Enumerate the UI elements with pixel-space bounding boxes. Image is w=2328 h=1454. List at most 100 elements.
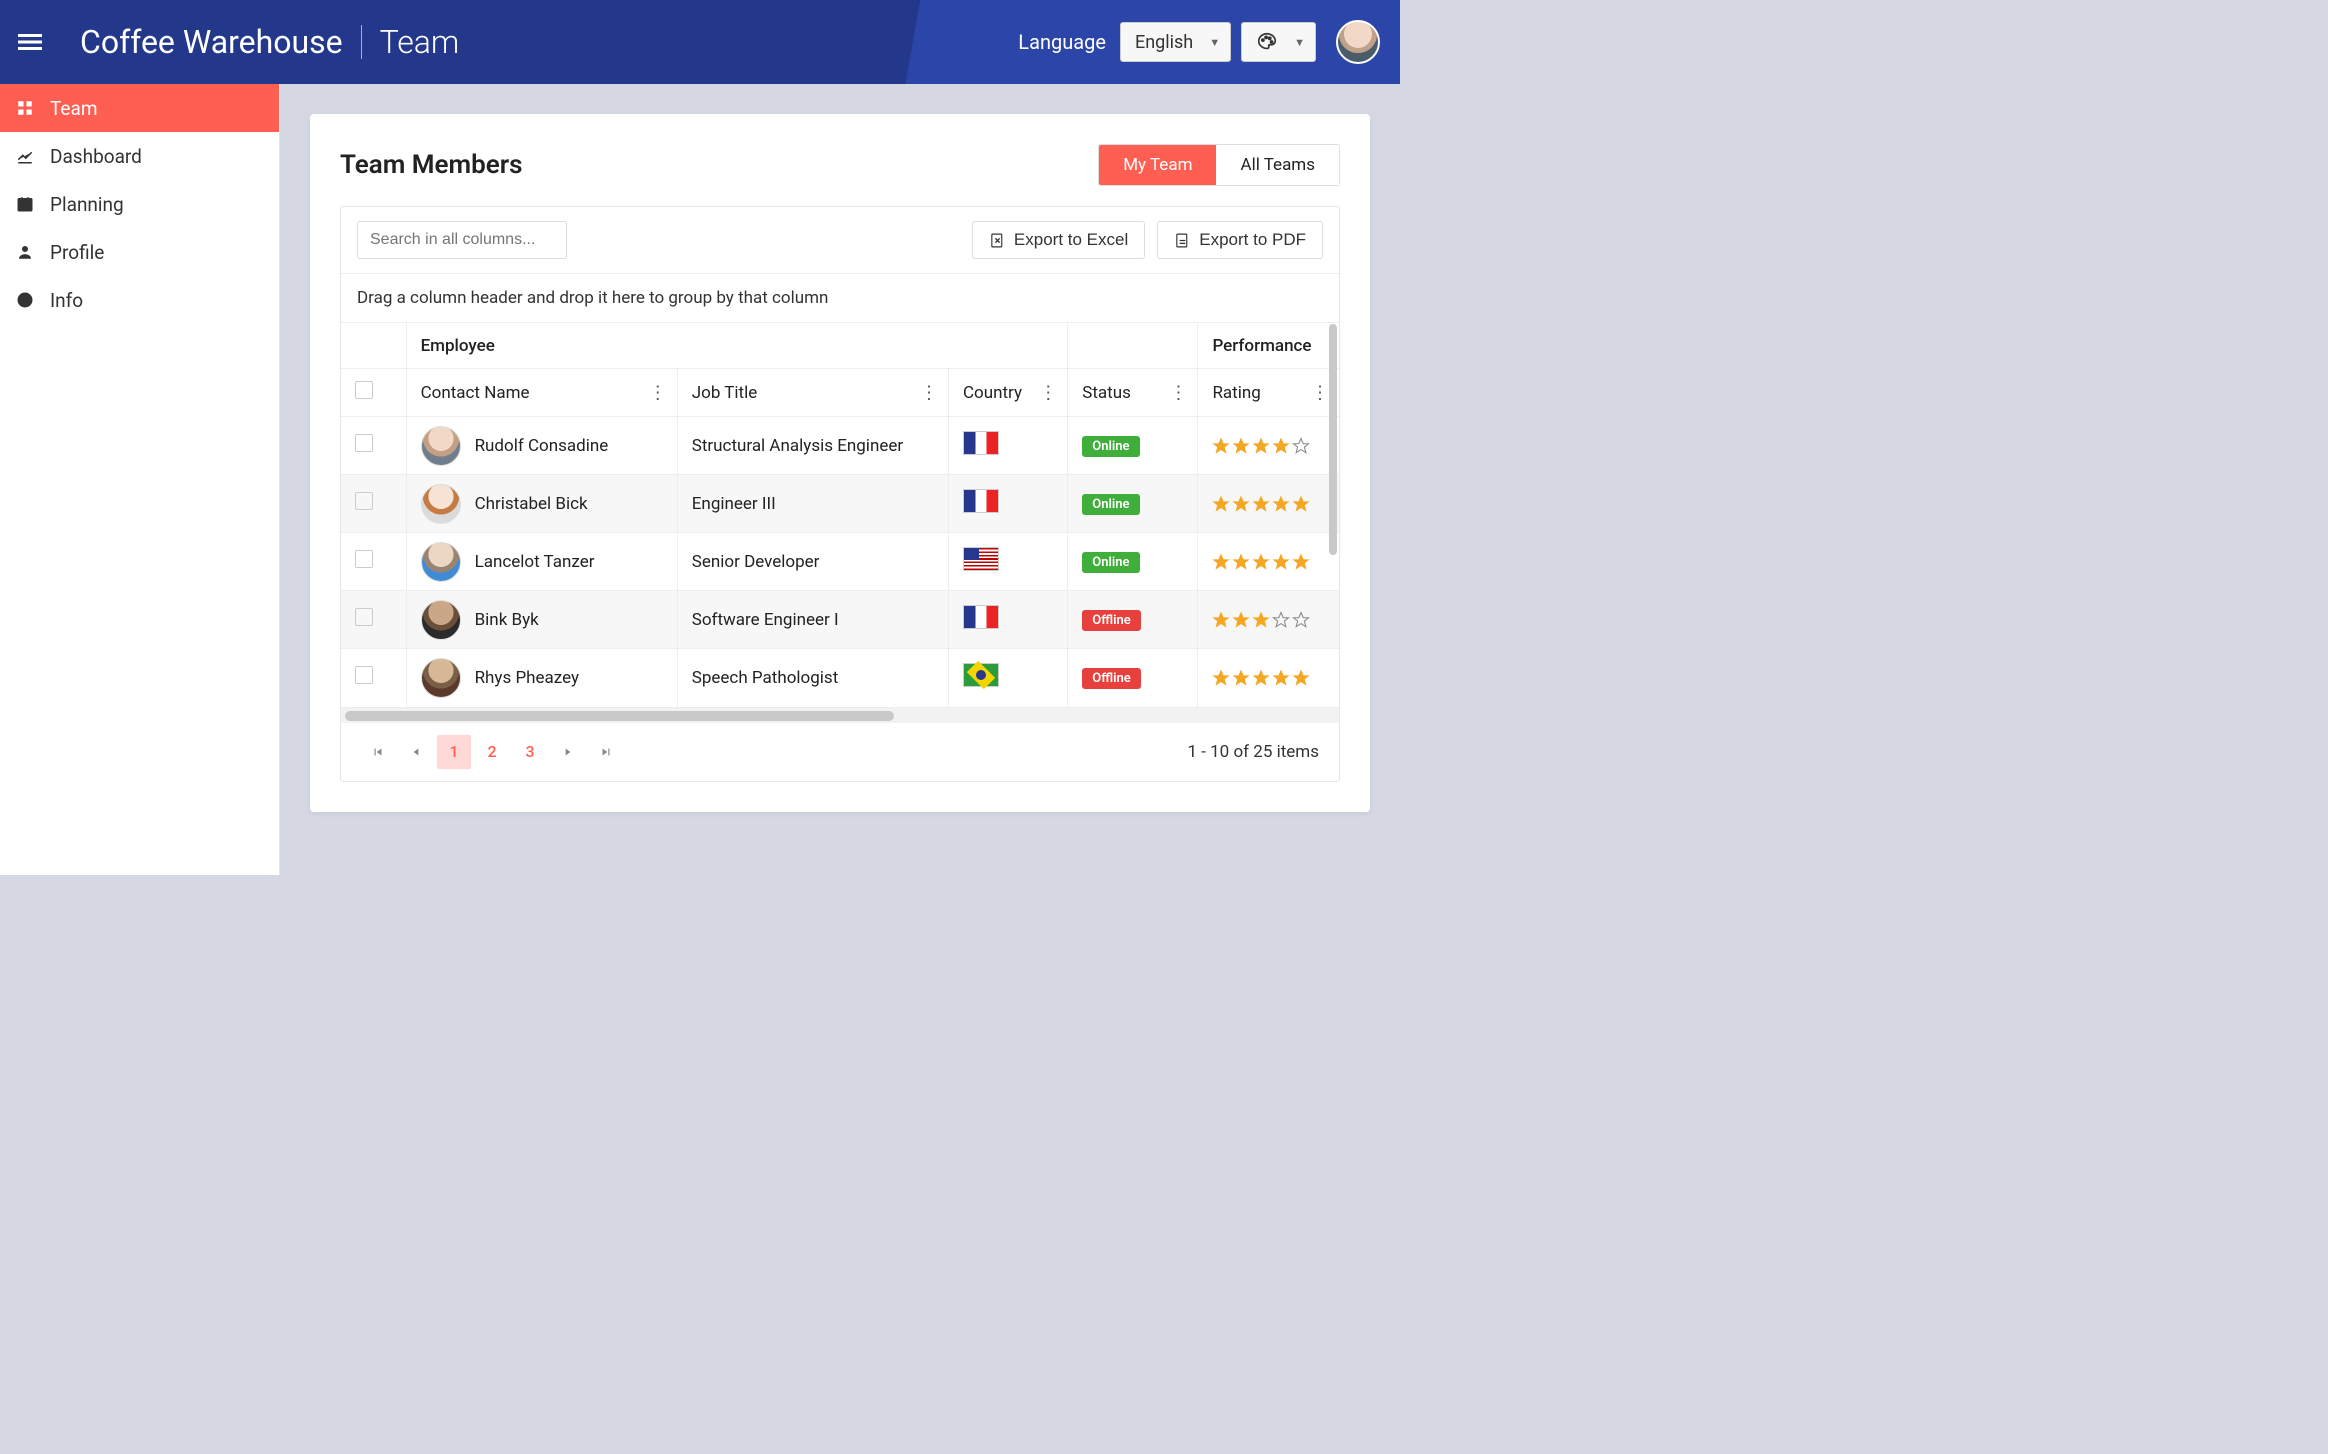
team-card: Team Members My TeamAll Teams Export to … [310, 114, 1370, 812]
column-menu-icon[interactable]: ⋮ [1039, 382, 1057, 403]
employee-name: Rhys Pheazey [475, 668, 579, 688]
flag-icon [963, 489, 999, 513]
info-icon [14, 291, 36, 309]
export-pdf-button[interactable]: Export to PDF [1157, 221, 1323, 259]
star-icon [1272, 495, 1290, 513]
app-header: Coffee Warehouse Team Language English ▼… [0, 0, 1400, 84]
horizontal-scrollbar[interactable] [341, 707, 1339, 723]
star-icon [1292, 437, 1310, 455]
user-avatar[interactable] [1336, 20, 1380, 64]
employee-avatar [421, 658, 461, 698]
star-icon [1232, 553, 1250, 571]
job-title-cell: Software Engineer I [677, 591, 948, 649]
rating-stars [1212, 669, 1325, 687]
language-label: Language [1018, 30, 1106, 54]
employee-name: Lancelot Tanzer [475, 552, 595, 572]
theme-select[interactable]: ▼ [1241, 22, 1316, 62]
export-excel-button[interactable]: Export to Excel [972, 221, 1145, 259]
status-badge: Online [1082, 552, 1139, 573]
star-icon [1212, 495, 1230, 513]
table-row[interactable]: Rudolf Consadine Structural Analysis Engi… [341, 417, 1339, 475]
language-select[interactable]: English ▼ [1120, 22, 1231, 62]
row-checkbox[interactable] [355, 550, 373, 568]
star-icon [1252, 495, 1270, 513]
star-icon [1292, 611, 1310, 629]
vertical-scrollbar[interactable] [1327, 322, 1337, 707]
row-checkbox[interactable] [355, 492, 373, 510]
flag-icon [963, 663, 999, 687]
pager-last-button[interactable] [589, 735, 623, 769]
page-title: Team Members [340, 150, 522, 180]
row-checkbox[interactable] [355, 434, 373, 452]
employee-avatar [421, 600, 461, 640]
pager-page-3[interactable]: 3 [513, 735, 547, 769]
column-menu-icon[interactable]: ⋮ [1169, 382, 1187, 403]
pager-page-1[interactable]: 1 [437, 735, 471, 769]
star-icon [1212, 669, 1230, 687]
pager-next-button[interactable] [551, 735, 585, 769]
job-title-cell: Engineer III [677, 475, 948, 533]
sidebar-item-dashboard[interactable]: Dashboard [0, 132, 279, 180]
employee-avatar [421, 542, 461, 582]
star-icon [1252, 437, 1270, 455]
star-icon [1232, 495, 1250, 513]
menu-toggle-button[interactable] [10, 22, 50, 62]
sidebar-item-profile[interactable]: Profile [0, 228, 279, 276]
palette-icon [1256, 31, 1278, 53]
app-title: Coffee Warehouse [80, 23, 343, 61]
chevron-down-icon: ▼ [1209, 36, 1220, 49]
pager-page-2[interactable]: 2 [475, 735, 509, 769]
breadcrumb: Team [380, 23, 460, 61]
col-contact[interactable]: Contact Name ⋮ [406, 369, 677, 417]
star-icon [1232, 437, 1250, 455]
status-badge: Online [1082, 494, 1139, 515]
table-row[interactable]: Lancelot Tanzer Senior Developer Online [341, 533, 1339, 591]
star-icon [1212, 611, 1230, 629]
team-tabs: My TeamAll Teams [1098, 144, 1340, 186]
hamburger-icon [18, 30, 42, 54]
table-row[interactable]: Christabel BickEngineer IIIOnline [341, 475, 1339, 533]
star-icon [1292, 669, 1310, 687]
group-by-hint[interactable]: Drag a column header and drop it here to… [341, 273, 1339, 322]
star-icon [1272, 669, 1290, 687]
row-checkbox[interactable] [355, 666, 373, 684]
sidebar-item-label: Dashboard [50, 145, 142, 168]
chart-icon [14, 147, 36, 165]
col-job[interactable]: Job Title ⋮ [677, 369, 948, 417]
col-rating[interactable]: Rating ⋮ [1198, 369, 1339, 417]
job-title-cell: Senior Developer [677, 533, 948, 591]
star-icon [1292, 495, 1310, 513]
sidebar-item-info[interactable]: Info [0, 276, 279, 324]
star-icon [1272, 553, 1290, 571]
sidebar-item-planning[interactable]: Planning [0, 180, 279, 228]
employee-name: Rudolf Consadine [475, 436, 609, 456]
main-content: Team Members My TeamAll Teams Export to … [280, 84, 1400, 875]
col-status[interactable]: Status ⋮ [1068, 369, 1198, 417]
column-menu-icon[interactable]: ⋮ [920, 382, 938, 403]
sidebar-item-team[interactable]: Team [0, 84, 279, 132]
table-row[interactable]: Rhys PheazeySpeech PathologistOffline [341, 649, 1339, 707]
employee-name: Bink Byk [475, 610, 539, 630]
rating-stars [1212, 553, 1325, 571]
pdf-icon [1174, 232, 1191, 249]
star-icon [1292, 553, 1310, 571]
row-checkbox[interactable] [355, 608, 373, 626]
title-divider [361, 25, 362, 59]
column-menu-icon[interactable]: ⋮ [649, 382, 667, 403]
status-badge: Offline [1082, 610, 1140, 631]
search-input[interactable] [357, 221, 567, 259]
tab-all-teams[interactable]: All Teams [1216, 145, 1339, 185]
star-icon [1252, 553, 1270, 571]
employee-avatar [421, 426, 461, 466]
export-pdf-label: Export to PDF [1199, 230, 1306, 250]
col-country[interactable]: Country ⋮ [948, 369, 1067, 417]
grid: Export to Excel Export to PDF Drag a col… [340, 206, 1340, 782]
calendar-icon [14, 195, 36, 213]
select-all-checkbox[interactable] [355, 381, 373, 399]
table-row[interactable]: Bink Byk Software Engineer I Offline [341, 591, 1339, 649]
pager-prev-button[interactable] [399, 735, 433, 769]
job-title-cell: Structural Analysis Engineer [677, 417, 948, 475]
pager-first-button[interactable] [361, 735, 395, 769]
job-title-cell: Speech Pathologist [677, 649, 948, 707]
tab-my-team[interactable]: My Team [1099, 145, 1216, 185]
